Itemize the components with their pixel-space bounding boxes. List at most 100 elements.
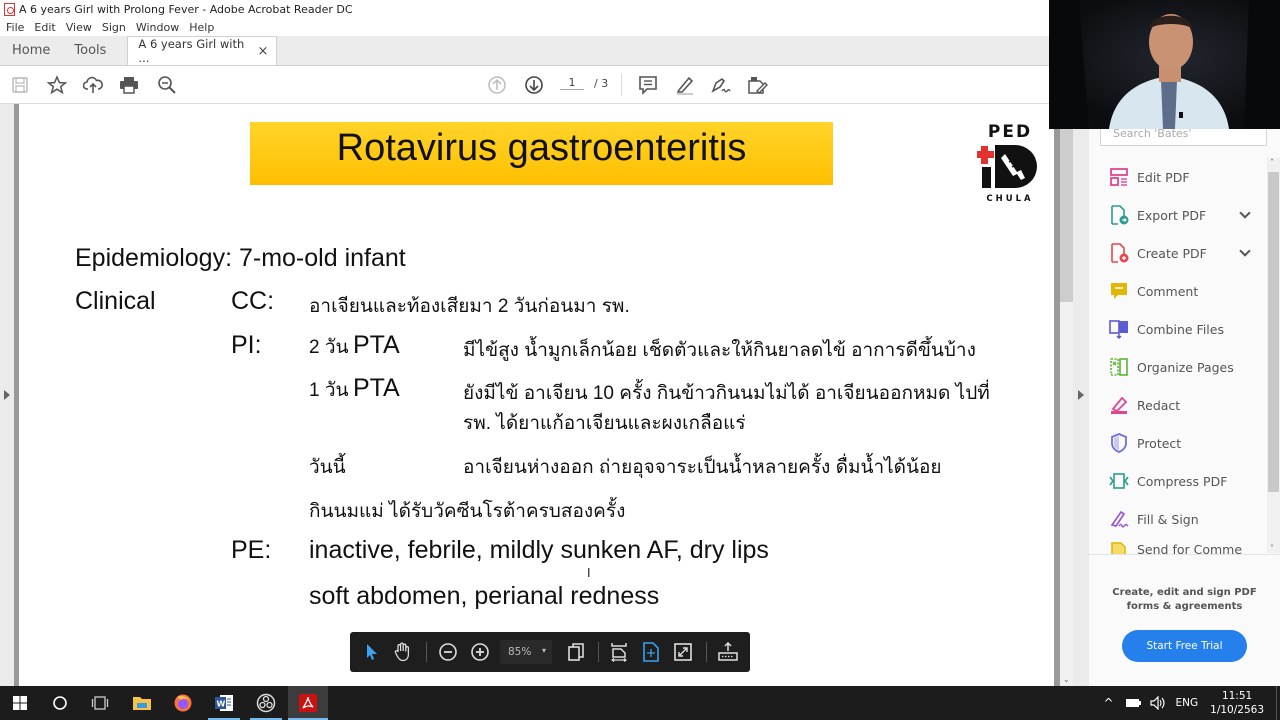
cortana-search-icon[interactable]: [40, 686, 80, 720]
obs-studio-icon[interactable]: [246, 686, 286, 720]
tool-label: Compress PDF: [1137, 473, 1228, 489]
sign-pen-icon[interactable]: [710, 75, 732, 95]
scroll-down-icon[interactable]: ⌄: [1063, 675, 1070, 684]
menu-edit[interactable]: Edit: [34, 21, 55, 34]
pe-line-1: inactive, febrile, mildly sunken AF, dry…: [309, 536, 769, 564]
floating-page-toolbar: 85% ▾: [350, 632, 750, 672]
zoom-level-dropdown[interactable]: 85% ▾: [500, 640, 552, 664]
toolbar-divider: [621, 74, 622, 96]
ped-id-chula-logo: PED CHULA: [977, 122, 1043, 212]
collapse-right-panel-icon[interactable]: [1078, 390, 1084, 400]
pi-text-today: อาเจียนห่างออก ถ่ายอุจจาระเป็นน้ำหลายครั…: [463, 457, 942, 478]
input-language[interactable]: ENG: [1176, 697, 1199, 709]
bookmark-star-icon[interactable]: [46, 75, 68, 95]
tool-label: Redact: [1137, 397, 1181, 413]
promo-line-1: Create, edit and sign PDF: [1112, 587, 1257, 598]
presenter-video: [1049, 0, 1280, 129]
tool-compress-pdf[interactable]: Compress PDF: [1089, 462, 1267, 500]
menu-file[interactable]: File: [6, 21, 24, 34]
tab-tools[interactable]: Tools: [62, 36, 118, 65]
full-screen-icon[interactable]: [673, 642, 693, 662]
clinical-label: Clinical: [75, 287, 156, 315]
page-copy-icon[interactable]: [566, 642, 586, 662]
tool-edit-pdf[interactable]: Edit PDF: [1089, 158, 1267, 196]
save-icon[interactable]: [9, 75, 31, 95]
highlight-pen-icon[interactable]: [674, 75, 696, 95]
show-desktop-button[interactable]: [1276, 686, 1280, 720]
chevron-down-icon[interactable]: [1239, 207, 1251, 219]
logo-text-ped: PED: [987, 122, 1033, 142]
fit-page-icon[interactable]: [641, 642, 661, 662]
pi-day-tag: PTA: [352, 331, 400, 359]
battery-icon[interactable]: [1125, 698, 1142, 708]
pe-label: PE:: [231, 536, 272, 564]
promo-box: Create, edit and sign PDF forms & agreem…: [1089, 554, 1280, 686]
select-cursor-icon[interactable]: [362, 642, 382, 662]
show-hidden-icons-icon[interactable]: ^: [1103, 696, 1113, 710]
acrobat-reader-taskbar-icon[interactable]: [288, 686, 328, 720]
fit-width-icon[interactable]: [609, 642, 629, 662]
tool-export-pdf[interactable]: Export PDF: [1089, 196, 1267, 234]
tab-document[interactable]: A 6 years Girl with ... ×: [127, 36, 278, 65]
slide-title: Rotavirus gastroenteritis: [250, 122, 833, 185]
logo-text-chula: CHULA: [986, 194, 1034, 204]
cloud-upload-icon[interactable]: [82, 75, 104, 95]
tab-home[interactable]: Home: [0, 36, 62, 65]
tool-combine-files[interactable]: Combine Files: [1089, 310, 1267, 348]
zoom-out-icon[interactable]: [438, 642, 458, 662]
edit-pdf-icon: [1110, 168, 1128, 186]
start-free-trial-button[interactable]: Start Free Trial: [1122, 630, 1247, 662]
compress-pdf-icon: [1109, 473, 1129, 489]
tool-label: Comment: [1137, 283, 1199, 299]
edit-document-icon[interactable]: [747, 75, 769, 95]
menu-view[interactable]: View: [66, 21, 92, 34]
tool-fill-sign[interactable]: Fill & Sign: [1089, 500, 1267, 538]
menu-help[interactable]: Help: [189, 21, 214, 34]
tools-scroll-thumb[interactable]: [1268, 172, 1279, 492]
tool-comment[interactable]: Comment: [1089, 272, 1267, 310]
zoom-in-icon[interactable]: [470, 642, 490, 662]
task-view-icon[interactable]: [80, 686, 120, 720]
pi-text-2: มีไข้สูง น้ำมูกเล็กน้อย เช็ดตัวและให้กิน…: [463, 340, 976, 361]
window-title: A 6 years Girl with Prolong Fever - Adob…: [19, 3, 353, 16]
next-page-icon[interactable]: [523, 75, 545, 95]
page-number-input[interactable]: 1: [560, 76, 584, 90]
tool-redact[interactable]: Redact: [1089, 386, 1267, 424]
tool-label: Create PDF: [1137, 245, 1207, 261]
windows-start-icon[interactable]: [0, 686, 40, 720]
volume-icon[interactable]: [1149, 696, 1166, 710]
scroll-down-icon[interactable]: ˅: [1270, 544, 1274, 553]
tool-protect[interactable]: Protect: [1089, 424, 1267, 462]
menu-sign[interactable]: Sign: [102, 21, 126, 34]
chevron-down-icon[interactable]: [1239, 245, 1251, 257]
tab-close-icon[interactable]: ×: [258, 44, 269, 59]
text-cursor-icon: I: [587, 566, 591, 580]
svg-text:W: W: [217, 700, 226, 709]
promo-text: Create, edit and sign PDF forms & agreem…: [1089, 586, 1280, 614]
menu-window[interactable]: Window: [136, 21, 179, 34]
microsoft-word-icon[interactable]: W: [204, 686, 244, 720]
pe-line-2: soft abdomen, perianal redness: [309, 582, 660, 610]
comment-icon[interactable]: [637, 75, 659, 95]
zoom-search-icon[interactable]: [156, 75, 178, 95]
fill-sign-icon: [1110, 510, 1129, 528]
left-panel-collapsed[interactable]: [0, 104, 15, 686]
pi-day-today: วันนี้: [309, 457, 346, 478]
tools-scrollbar[interactable]: ˄ ˅: [1267, 158, 1280, 553]
document-scroll-thumb[interactable]: [1060, 104, 1073, 302]
tool-create-pdf[interactable]: Create PDF: [1089, 234, 1267, 272]
toolbar-divider: [426, 642, 427, 662]
print-icon[interactable]: [118, 75, 140, 95]
hand-tool-icon[interactable]: [393, 642, 413, 662]
expand-left-panel-icon[interactable]: [4, 390, 10, 400]
scroll-up-icon[interactable]: ˄: [1270, 158, 1274, 167]
tool-organize-pages[interactable]: Organize Pages: [1089, 348, 1267, 386]
right-panel-toggle[interactable]: [1073, 104, 1089, 686]
document-scrollbar[interactable]: ⌄: [1060, 104, 1073, 686]
file-explorer-icon[interactable]: [122, 686, 162, 720]
clock[interactable]: 11:51 1/10/2563: [1210, 689, 1264, 717]
share-upload-icon[interactable]: [718, 642, 738, 662]
webcam-overlay: [1049, 0, 1280, 129]
firefox-icon[interactable]: [163, 686, 203, 720]
previous-page-icon[interactable]: [486, 75, 508, 95]
